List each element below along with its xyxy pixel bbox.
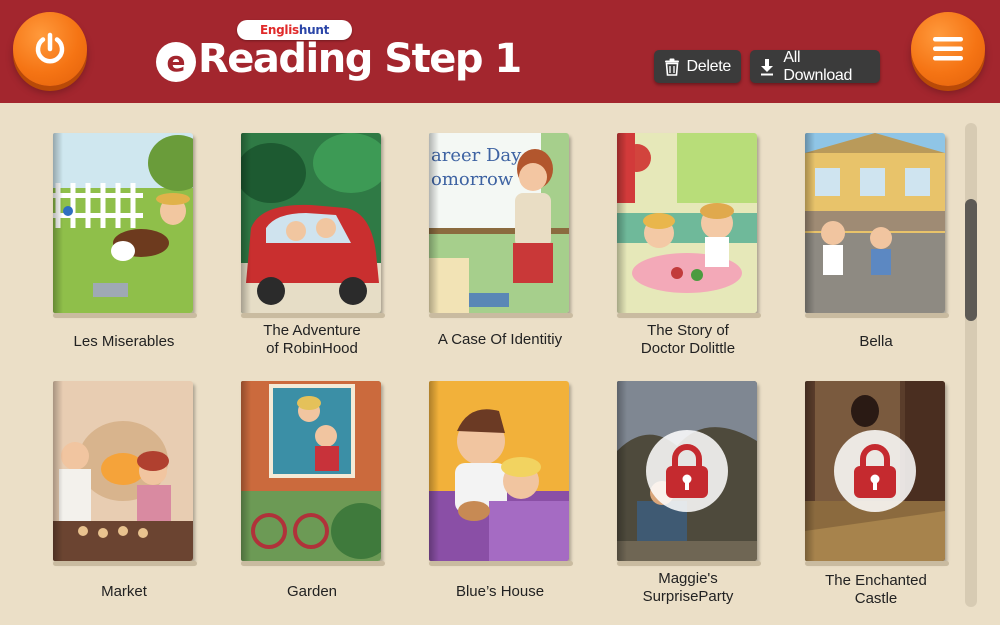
svg-text:omorrow: omorrow xyxy=(431,169,514,190)
power-button[interactable] xyxy=(13,12,87,86)
book-shelf: Les Miserables The Adventure of RobinHoo… xyxy=(0,103,1000,625)
book-title: The Enchanted Castle xyxy=(825,572,927,607)
book-cover xyxy=(617,133,757,313)
delete-label: Delete xyxy=(686,57,732,75)
book-cover xyxy=(805,381,945,561)
lock-badge xyxy=(834,430,916,512)
delete-button[interactable]: Delete xyxy=(654,50,741,83)
book-a-case-of-identitiy[interactable]: areer Day omorrow A Case Of Identitiy xyxy=(382,131,573,371)
book-doctor-dolittle[interactable]: The Story of Doctor Dolittle xyxy=(570,131,761,371)
book-blues-house[interactable]: Blue’s House xyxy=(382,379,573,619)
book-the-enchanted-castle[interactable]: The Enchanted Castle xyxy=(758,379,949,619)
download-icon xyxy=(760,57,777,77)
book-cover xyxy=(805,133,945,313)
lock-icon xyxy=(666,444,708,498)
power-icon xyxy=(35,32,65,64)
book-maggies-surprise-party[interactable]: Maggie's SurpriseParty xyxy=(570,379,761,619)
trash-icon xyxy=(664,57,681,77)
book-robinhood[interactable]: The Adventure of RobinHood xyxy=(194,131,385,371)
book-cover xyxy=(617,381,757,561)
scrollbar-thumb[interactable] xyxy=(965,199,977,321)
lock-icon xyxy=(854,444,896,498)
hamburger-menu-icon xyxy=(933,37,963,61)
book-les-miserables[interactable]: Les Miserables xyxy=(6,131,197,371)
book-cover xyxy=(53,381,193,561)
menu-button[interactable] xyxy=(911,12,985,86)
scrollbar-track[interactable] xyxy=(965,123,977,607)
lock-badge xyxy=(646,430,728,512)
book-cover xyxy=(429,381,569,561)
book-title: Bella xyxy=(859,333,893,350)
book-cover xyxy=(241,133,381,313)
book-garden[interactable]: Garden xyxy=(194,379,385,619)
svg-text:areer Day: areer Day xyxy=(431,145,522,166)
all-download-label: All Download xyxy=(783,48,853,84)
book-cover xyxy=(53,133,193,313)
page-title: Reading Step 1 xyxy=(198,36,522,82)
app-header: Englis hunt e Reading Step 1 Delete All … xyxy=(0,0,1000,103)
book-bella[interactable]: Bella xyxy=(758,131,949,371)
all-download-button[interactable]: All Download xyxy=(750,48,880,84)
e-logo-letter: e xyxy=(167,45,186,78)
book-cover: areer Day omorrow xyxy=(429,133,569,313)
book-cover xyxy=(241,381,381,561)
book-market[interactable]: Market xyxy=(6,379,197,619)
e-logo-icon: e xyxy=(156,42,196,82)
